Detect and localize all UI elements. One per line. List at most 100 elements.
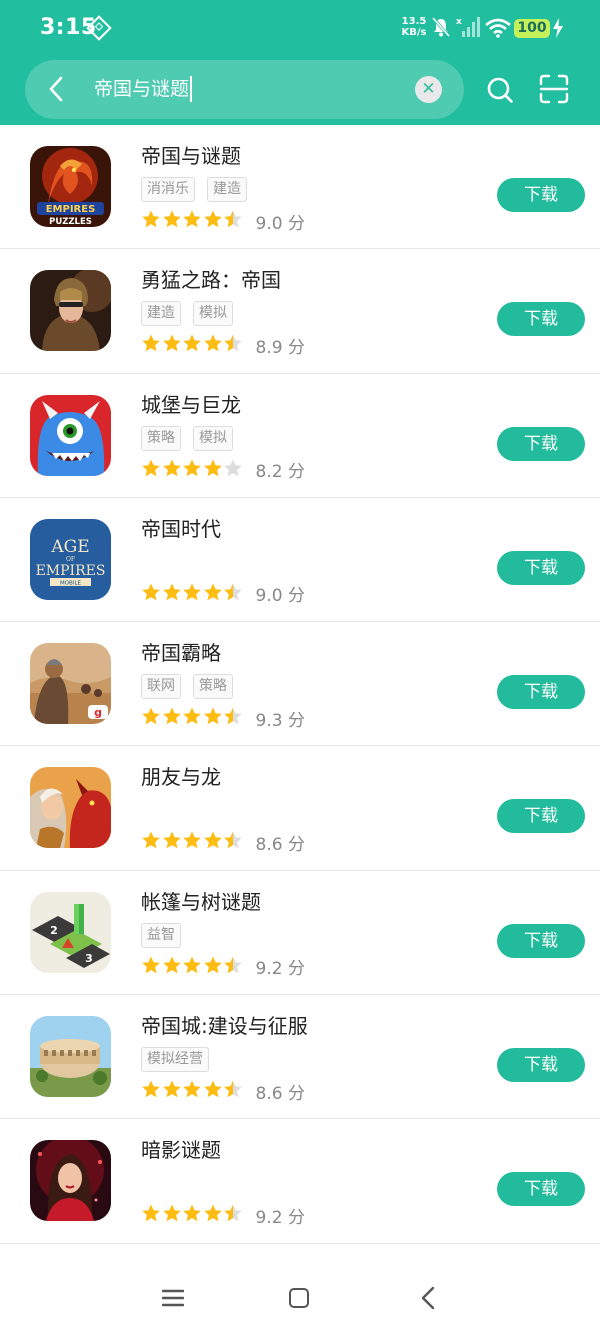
app-icon-dragon-friends <box>30 767 111 849</box>
app-tags: 联网 策略 <box>141 674 245 700</box>
download-button[interactable]: 下载 <box>497 178 585 212</box>
app-tag: 建造 <box>207 177 247 202</box>
mute-bell-icon <box>432 17 450 37</box>
star-icon <box>203 334 222 352</box>
star-icon <box>162 956 181 974</box>
star-icon <box>142 583 160 601</box>
rating-score: 9.2 分 <box>255 1207 305 1228</box>
star-icon <box>162 707 181 725</box>
app-tags: 益智 <box>141 922 193 948</box>
network-speed: 13.5 KB/s <box>397 16 431 38</box>
list-item[interactable]: g 帝国霸略 联网 策略 9.3 分 下载 <box>0 622 600 747</box>
star-icon <box>183 459 201 476</box>
star-icon <box>142 707 160 725</box>
search-bar[interactable] <box>25 60 464 119</box>
icon-text: OF <box>66 556 75 563</box>
rating: 8.2 分 <box>141 459 305 482</box>
icon-text: AGE <box>50 537 89 557</box>
app-icon-battle: g <box>30 643 111 725</box>
list-item[interactable]: 勇猛之路：帝国 建造 模拟 8.9 分 下载 <box>0 249 600 374</box>
list-item[interactable]: EMPIRES PUZZLES 帝国与谜题 消消乐 建造 9.0 分 下载 <box>0 125 600 250</box>
search-icon[interactable] <box>486 76 514 104</box>
icon-text: 2 <box>50 924 58 937</box>
app-name: 朋友与龙 <box>141 765 221 790</box>
star-icon <box>203 831 222 849</box>
icon-text: MOBILE <box>60 580 82 586</box>
list-item[interactable]: 帝国城:建设与征服 模拟经营 8.6 分 下载 <box>0 995 600 1120</box>
download-button[interactable]: 下载 <box>497 799 585 834</box>
rating-score: 9.0 分 <box>255 586 305 607</box>
signal-icon: x <box>456 17 480 37</box>
download-button[interactable]: 下载 <box>497 1048 585 1083</box>
icon-text: PUZZLES <box>49 217 92 227</box>
star-icon <box>183 334 201 352</box>
star-icon <box>162 210 181 228</box>
rating: 9.2 分 <box>141 1204 305 1228</box>
star-icon <box>203 210 222 228</box>
rating: 9.2 分 <box>141 956 305 980</box>
star-icon <box>162 1080 181 1098</box>
rating: 8.6 分 <box>141 831 305 855</box>
star-icon <box>224 1080 242 1098</box>
app-tags: 建造 模拟 <box>141 301 245 327</box>
star-icon <box>224 210 242 228</box>
rating: 9.3 分 <box>141 707 305 731</box>
app-name: 帝国时代 <box>141 516 221 541</box>
star-icon <box>142 334 160 352</box>
list-item[interactable]: 城堡与巨龙 策略 模拟 8.2 分 下载 <box>0 374 600 498</box>
menu-icon[interactable] <box>162 1289 184 1307</box>
star-icon <box>183 1204 201 1222</box>
rating-score: 9.0 分 <box>255 213 305 234</box>
app-name: 帝国城:建设与征服 <box>141 1014 308 1039</box>
star-icon <box>224 707 242 725</box>
app-icon-tents-trees: 2 3 <box>30 891 111 973</box>
charging-icon <box>553 18 563 38</box>
back-arrow-icon[interactable] <box>46 76 66 102</box>
app-name: 帐篷与树谜题 <box>141 889 261 914</box>
home-icon[interactable] <box>289 1288 309 1308</box>
network-speed-value: 13.5 <box>401 16 427 27</box>
star-icon <box>224 334 242 352</box>
app-tag: 模拟 <box>193 301 233 327</box>
rating: 8.9 分 <box>141 334 305 358</box>
star-icon <box>224 1204 242 1222</box>
star-icon <box>224 831 242 849</box>
rating: 8.6 分 <box>141 1080 305 1104</box>
rating-score: 8.9 分 <box>255 337 305 358</box>
app-icon-monster <box>30 394 111 476</box>
star-icon <box>203 459 222 476</box>
rating-score: 8.6 分 <box>255 1083 305 1104</box>
icon-text: 3 <box>85 952 93 965</box>
rating-score: 9.2 分 <box>255 959 305 980</box>
star-icon <box>162 1204 181 1222</box>
svg-text:g: g <box>94 706 102 719</box>
download-button[interactable]: 下载 <box>497 426 585 461</box>
app-name: 帝国霸略 <box>141 641 221 666</box>
svg-text:x: x <box>456 17 462 27</box>
download-button[interactable]: 下载 <box>497 1172 585 1207</box>
list-item[interactable]: 暗影谜题 9.2 分 下载 <box>0 1119 600 1244</box>
scan-icon[interactable] <box>539 74 569 104</box>
star-icon <box>142 1204 160 1222</box>
app-tag: 模拟 <box>193 425 233 451</box>
app-name: 帝国与谜题 <box>141 144 241 168</box>
list-item[interactable]: 2 3 帐篷与树谜题 益智 9.2 分 下载 <box>0 871 600 996</box>
download-button[interactable]: 下载 <box>497 302 585 337</box>
search-input[interactable]: 帝国与谜题 <box>94 76 193 102</box>
app-tag: 消消乐 <box>141 177 195 202</box>
app-name: 暗影谜题 <box>141 1138 221 1163</box>
download-button[interactable]: 下载 <box>497 550 585 585</box>
star-icon <box>183 956 201 974</box>
download-button[interactable]: 下载 <box>497 923 585 958</box>
app-tags: 模拟经营 <box>141 1047 221 1073</box>
status-bar: 3:15 13.5 KB/s x 100 <box>0 0 600 58</box>
list-item[interactable]: 朋友与龙 8.6 分 下载 <box>0 746 600 871</box>
app-list: EMPIRES PUZZLES 帝国与谜题 消消乐 建造 9.0 分 下载 勇猛… <box>0 125 600 1244</box>
app-icon-empires-puzzles: EMPIRES PUZZLES <box>30 146 111 227</box>
clear-icon[interactable]: ✕ <box>415 76 442 103</box>
nav-back-icon[interactable] <box>419 1286 437 1310</box>
list-item[interactable]: AGE OF EMPIRES MOBILE 帝国时代 9.0 分 下载 <box>0 498 600 623</box>
star-icon <box>203 956 222 974</box>
app-icon-age-of-empires: AGE OF EMPIRES MOBILE <box>30 518 111 600</box>
download-button[interactable]: 下载 <box>497 675 585 710</box>
